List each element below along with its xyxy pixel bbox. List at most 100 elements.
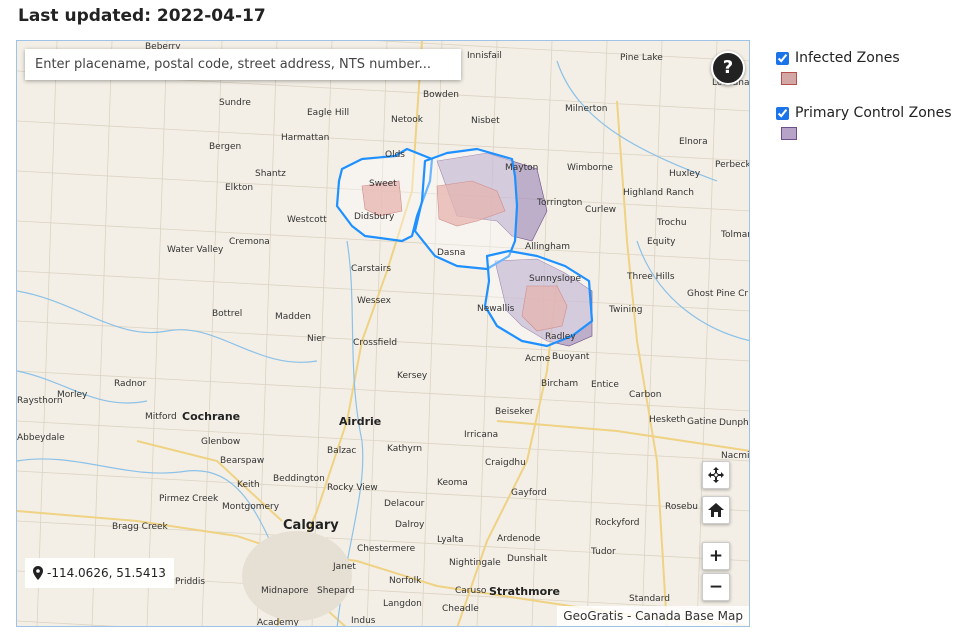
svg-text:Pine Lake: Pine Lake [620, 53, 663, 63]
map-viewer[interactable]: Innisfail Pine Lake Lousana Bowden Sundr… [16, 40, 750, 627]
legend-item-infected-zones: Infected Zones [776, 50, 956, 85]
last-updated-heading: Last updated: 2022-04-17 [18, 6, 266, 26]
svg-text:Cheadle: Cheadle [442, 604, 479, 614]
svg-text:Water Valley: Water Valley [167, 245, 224, 255]
roads [17, 41, 749, 626]
svg-text:Perbeck: Perbeck [715, 160, 750, 170]
primary-control-zones-toggle[interactable]: Primary Control Zones [776, 105, 956, 121]
svg-text:Bearspaw: Bearspaw [220, 456, 264, 466]
svg-text:Glenbow: Glenbow [201, 437, 240, 447]
svg-text:Olds: Olds [385, 150, 405, 160]
zoom-out-button[interactable]: − [702, 573, 730, 601]
svg-text:Strathmore: Strathmore [489, 585, 560, 598]
section-grid [17, 41, 749, 626]
recenter-button[interactable] [702, 461, 730, 489]
svg-text:Dalroy: Dalroy [395, 520, 425, 530]
svg-text:Cochrane: Cochrane [182, 410, 240, 423]
svg-text:Nisbet: Nisbet [471, 116, 500, 126]
crosshair-move-icon [708, 467, 724, 483]
place-labels: Innisfail Pine Lake Lousana Bowden Sundr… [17, 42, 750, 627]
location-search-input[interactable] [25, 49, 461, 80]
svg-text:Sundre: Sundre [219, 98, 251, 108]
svg-text:Dasna: Dasna [437, 248, 465, 258]
svg-text:Elkton: Elkton [225, 183, 253, 193]
svg-text:Dunshalt: Dunshalt [507, 554, 548, 564]
svg-text:Standard: Standard [629, 594, 670, 604]
svg-text:Irricana: Irricana [464, 430, 498, 440]
primary-control-zones-swatch [781, 127, 797, 140]
svg-text:Radnor: Radnor [114, 379, 146, 389]
svg-text:Ardenode: Ardenode [497, 534, 541, 544]
svg-text:Nacmi: Nacmi [721, 451, 749, 461]
infected-zones-label: Infected Zones [795, 50, 900, 66]
svg-text:Three Hills: Three Hills [626, 272, 675, 282]
svg-text:Indus: Indus [351, 616, 376, 626]
svg-text:Rocky View: Rocky View [327, 483, 378, 493]
svg-text:Tolman: Tolman [720, 230, 750, 240]
cursor-coordinates: -114.0626, 51.5413 [25, 558, 174, 588]
svg-text:Allingham: Allingham [525, 242, 570, 252]
svg-text:Dunph: Dunph [719, 418, 749, 428]
svg-text:Elnora: Elnora [679, 137, 708, 147]
svg-text:Innisfail: Innisfail [467, 51, 502, 61]
help-button[interactable]: ? [711, 51, 745, 85]
primary-control-zones-label: Primary Control Zones [795, 105, 952, 121]
svg-text:Keith: Keith [237, 480, 260, 490]
infected-zones-swatch [781, 72, 797, 85]
svg-text:Eagle Hill: Eagle Hill [307, 108, 349, 118]
primary-control-zones-checkbox[interactable] [776, 106, 789, 120]
svg-text:Equity: Equity [647, 237, 676, 247]
svg-text:Ghost Pine Cr: Ghost Pine Cr [687, 289, 748, 299]
svg-text:Rosebu: Rosebu [665, 502, 698, 512]
calgary-urban-area [242, 531, 352, 621]
svg-text:Langdon: Langdon [383, 599, 422, 609]
zoom-in-button[interactable]: + [702, 542, 730, 570]
svg-text:Airdrie: Airdrie [339, 415, 381, 428]
svg-text:Westcott: Westcott [287, 215, 327, 225]
svg-text:Bircham: Bircham [541, 379, 578, 389]
svg-text:Hesketh: Hesketh [649, 415, 686, 425]
svg-text:Rockyford: Rockyford [595, 518, 639, 528]
svg-text:Balzac: Balzac [327, 446, 356, 456]
svg-text:Calgary: Calgary [283, 518, 339, 533]
svg-text:Carbon: Carbon [629, 390, 661, 400]
svg-text:Academy: Academy [257, 618, 299, 627]
svg-text:Montgomery: Montgomery [222, 502, 280, 512]
svg-text:Bowden: Bowden [423, 90, 459, 100]
home-button[interactable] [702, 496, 730, 524]
svg-text:Sunnyslope: Sunnyslope [529, 274, 582, 284]
svg-text:Nier: Nier [307, 334, 326, 344]
svg-text:Delacour: Delacour [384, 499, 425, 509]
svg-text:Buoyant: Buoyant [552, 352, 590, 362]
base-map[interactable]: Innisfail Pine Lake Lousana Bowden Sundr… [17, 41, 750, 627]
svg-text:Nightingale: Nightingale [449, 558, 501, 568]
svg-text:Janet: Janet [332, 562, 356, 572]
svg-text:Chestermere: Chestermere [357, 544, 416, 554]
svg-text:Carstairs: Carstairs [351, 264, 391, 274]
svg-text:Radley: Radley [545, 332, 576, 342]
svg-text:Huxley: Huxley [669, 169, 701, 179]
svg-text:Keoma: Keoma [437, 478, 468, 488]
infected-zones-toggle[interactable]: Infected Zones [776, 50, 956, 66]
svg-text:Norfolk: Norfolk [389, 576, 422, 586]
svg-text:Wimborne: Wimborne [567, 163, 613, 173]
svg-text:Mayton: Mayton [505, 163, 538, 173]
coordinates-text: -114.0626, 51.5413 [47, 566, 166, 580]
svg-text:Harmattan: Harmattan [281, 133, 329, 143]
svg-text:Craigdhu: Craigdhu [485, 458, 526, 468]
map-attribution: GeoGratis - Canada Base Map [557, 606, 749, 626]
svg-text:Beddington: Beddington [273, 474, 325, 484]
svg-text:Shepard: Shepard [317, 586, 354, 596]
svg-text:Bergen: Bergen [209, 142, 241, 152]
infected-zones-checkbox[interactable] [776, 51, 789, 65]
svg-text:Gayford: Gayford [511, 488, 547, 498]
svg-text:Curlew: Curlew [585, 205, 616, 215]
home-icon [708, 503, 724, 517]
svg-text:Kersey: Kersey [397, 371, 428, 381]
svg-text:Acme: Acme [525, 354, 551, 364]
plus-icon: + [708, 546, 724, 566]
svg-text:Gatine: Gatine [687, 417, 717, 427]
svg-text:Highland Ranch: Highland Ranch [623, 188, 694, 198]
svg-text:Sweet: Sweet [369, 179, 397, 189]
svg-text:Mitford: Mitford [145, 412, 177, 422]
